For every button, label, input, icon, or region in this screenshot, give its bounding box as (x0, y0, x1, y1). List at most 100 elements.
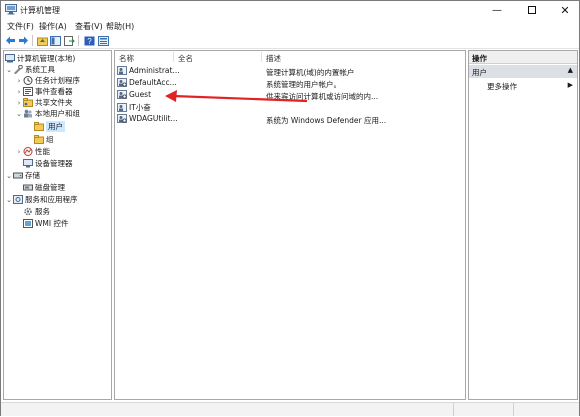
toolbar-separator (32, 35, 33, 46)
forward-arrow-icon (18, 36, 28, 45)
shared-folder-icon (23, 98, 33, 107)
actions-group-label: 用户 (472, 68, 487, 77)
computer-management-window: 计算机管理 — ✕ 文件(F) 操作(A) 查看(V) 帮助(H) ? 计算机管… (0, 0, 580, 416)
tree-item-local-users-groups[interactable]: ⌄ 本地用户和组 (15, 108, 80, 119)
chevron-down-icon[interactable]: ⌄ (5, 66, 13, 74)
folder-icon (34, 135, 44, 144)
user-row-administrator[interactable]: Administrat... 管理计算机(域)的内置帐户 (117, 66, 462, 77)
tree-item-services-apps[interactable]: ⌄ 服务和应用程序 (5, 194, 78, 205)
tree-item-computer-management[interactable]: 计算机管理(本地) (5, 53, 75, 64)
tree-item-storage[interactable]: ⌄ 存储 (5, 170, 40, 181)
computer-management-icon (5, 54, 15, 63)
tree-item-system-tools[interactable]: ⌄ 系统工具 (5, 64, 55, 75)
device-manager-icon (23, 159, 33, 168)
menu-view[interactable]: 查看(V) (75, 21, 103, 32)
user-description: 系统为 Windows Defender 应用... (266, 116, 387, 125)
status-bar (1, 402, 579, 416)
user-row-it-user[interactable]: IT小奋 (117, 102, 462, 113)
console-tree-pane: 计算机管理(本地) ⌄ 系统工具 › 任务计划程序 › 事件查看器 › 共享文件… (3, 50, 112, 400)
user-row-defaultaccount[interactable]: DefaultAcc... 系统管理的用户帐户。 (117, 78, 462, 89)
wmi-icon (23, 219, 33, 228)
tree-item-event-viewer[interactable]: › 事件查看器 (15, 86, 73, 97)
help-button[interactable]: ? (83, 35, 95, 46)
status-divider (513, 403, 514, 416)
maximize-button[interactable] (518, 1, 546, 19)
actions-group-users[interactable]: 用户 ▲ (469, 65, 577, 78)
menu-file[interactable]: 文件(F) (7, 21, 34, 32)
menu-help[interactable]: 帮助(H) (106, 21, 134, 32)
submenu-arrow-icon: ▶ (567, 81, 573, 89)
console-tree-icon (49, 35, 61, 46)
tree-item-wmi-control[interactable]: WMI 控件 (23, 218, 68, 229)
event-viewer-icon (23, 87, 33, 96)
tree-item-disk-management[interactable]: 磁盘管理 (23, 182, 65, 193)
user-row-wdagutility[interactable]: WDAGUtilit... 系统为 Windows Defender 应用... (117, 114, 462, 125)
chevron-right-icon[interactable]: › (15, 99, 23, 107)
user-description: 管理计算机(域)的内置帐户 (266, 68, 355, 77)
user-row-guest[interactable]: Guest 供来宾访问计算机或访问域的内... (117, 90, 462, 101)
show-hide-tree-button[interactable] (49, 35, 61, 46)
export-list-icon (63, 35, 75, 46)
chevron-down-icon[interactable]: ⌄ (15, 110, 23, 118)
user-description: 系统管理的用户帐户。 (266, 80, 341, 89)
properties-button[interactable] (97, 35, 109, 46)
user-disabled-icon (117, 114, 127, 123)
users-icon (24, 109, 32, 118)
chevron-down-icon[interactable]: ⌄ (5, 196, 13, 204)
folder-icon (34, 122, 44, 131)
column-divider[interactable] (173, 52, 174, 62)
folder-up-icon (36, 37, 48, 46)
chevron-right-icon[interactable]: › (15, 77, 23, 85)
forward-button[interactable] (17, 35, 29, 46)
svg-text:?: ? (87, 37, 92, 46)
menu-bar: 文件(F) 操作(A) 查看(V) 帮助(H) (1, 19, 579, 33)
up-one-level-button[interactable] (36, 35, 48, 46)
computer-management-icon (5, 4, 17, 15)
storage-icon (13, 172, 23, 179)
export-list-button[interactable] (63, 35, 75, 46)
column-header-fullname[interactable]: 全名 (178, 53, 193, 64)
maximize-icon (528, 6, 536, 14)
collapse-up-icon[interactable]: ▲ (568, 66, 573, 74)
chevron-right-icon[interactable]: › (15, 148, 23, 156)
back-arrow-icon (5, 36, 15, 45)
chevron-down-icon[interactable]: ⌄ (5, 172, 13, 180)
tree-item-device-manager[interactable]: 设备管理器 (23, 158, 73, 169)
tree-item-performance[interactable]: › 性能 (15, 146, 50, 157)
close-button[interactable]: ✕ (551, 1, 579, 19)
menu-action[interactable]: 操作(A) (39, 21, 67, 32)
tree-item-users[interactable]: 用户 (34, 121, 65, 132)
gear-icon (24, 207, 32, 216)
close-icon: ✕ (560, 3, 570, 17)
clock-icon (23, 76, 33, 85)
chevron-right-icon[interactable]: › (15, 88, 23, 96)
services-apps-icon (13, 195, 23, 204)
column-header-name[interactable]: 名称 (119, 53, 134, 64)
column-header-description[interactable]: 描述 (266, 53, 281, 64)
back-button[interactable] (4, 35, 16, 46)
title-bar: 计算机管理 — ✕ (1, 1, 579, 19)
actions-header: 操作 (469, 51, 577, 64)
tools-icon (14, 65, 23, 74)
tree-item-services[interactable]: 服务 (23, 206, 50, 217)
toolbar: ? (1, 33, 579, 49)
user-disabled-icon (117, 90, 127, 99)
disk-icon (23, 184, 33, 191)
actions-pane: 操作 用户 ▲ 更多操作 ▶ (468, 50, 578, 400)
window-title: 计算机管理 (20, 6, 60, 15)
user-description: 供来宾访问计算机或访问域的内... (266, 92, 379, 101)
help-icon: ? (84, 36, 94, 46)
tree-item-task-scheduler[interactable]: › 任务计划程序 (15, 75, 80, 86)
minimize-button[interactable]: — (483, 1, 511, 19)
toolbar-separator (78, 35, 79, 46)
properties-icon (97, 35, 109, 46)
tree-item-shared-folders[interactable]: › 共享文件夹 (15, 97, 73, 108)
users-list-pane: 名称 全名 描述 Administrat... 管理计算机(域)的内置帐户 De… (114, 50, 466, 400)
status-divider (453, 403, 454, 416)
user-icon (117, 66, 127, 75)
more-actions-item[interactable]: 更多操作 (487, 81, 517, 92)
tree-item-groups[interactable]: 组 (34, 134, 54, 145)
performance-icon (23, 147, 33, 156)
user-disabled-icon (117, 78, 127, 87)
column-divider[interactable] (261, 52, 262, 62)
